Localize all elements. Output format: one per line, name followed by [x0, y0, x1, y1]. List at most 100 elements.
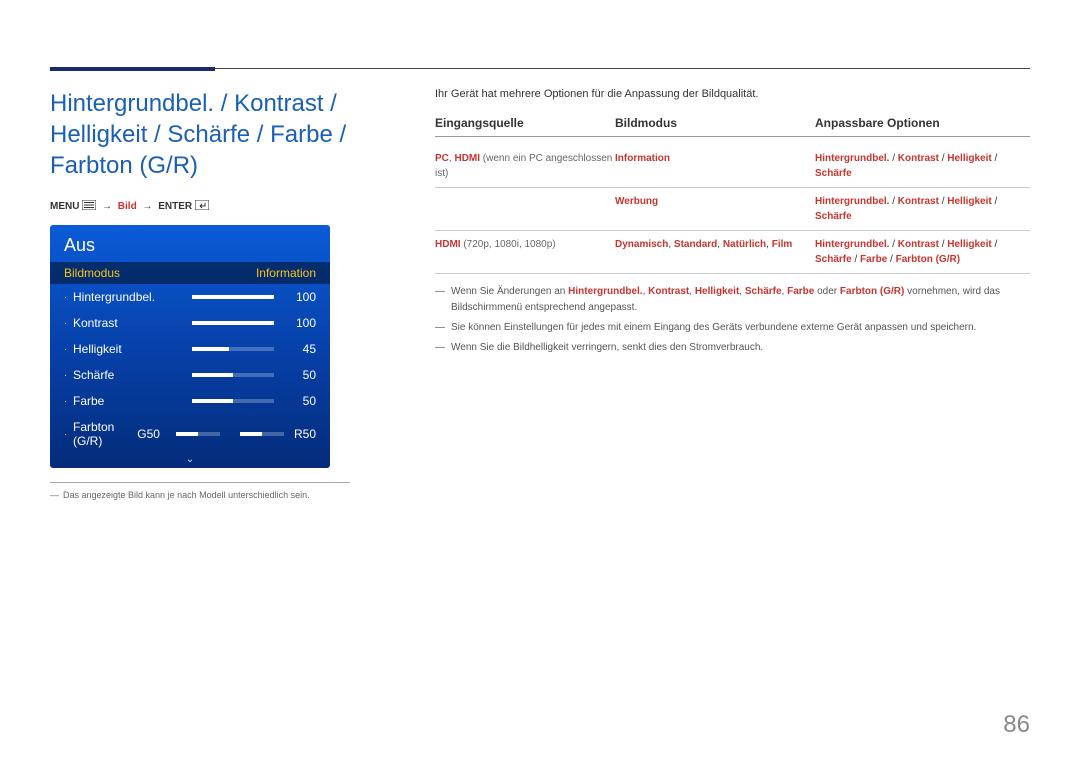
osd-row-schaerfe[interactable]: · Schärfe 50 — [50, 362, 330, 388]
cell-bildmodus: Information — [615, 151, 815, 181]
row-name: Schärfe — [73, 368, 182, 382]
sep: / — [852, 254, 860, 265]
osd-row-helligkeit[interactable]: · Helligkeit 45 — [50, 336, 330, 362]
th-eingangsquelle: Eingangsquelle — [435, 116, 615, 130]
osd-bildmodus-label: Bildmodus — [64, 266, 120, 280]
src-hdmi: HDMI — [454, 153, 480, 164]
opt: Hintergrundbel. — [815, 239, 889, 250]
row-name: Farbe — [73, 394, 182, 408]
notes-list: ― Wenn Sie Änderungen an Hintergrundbel.… — [435, 284, 1030, 356]
list-item: ― Wenn Sie die Bildhelligkeit verringern… — [435, 340, 1030, 356]
row-value: 50 — [284, 394, 316, 408]
bm-information: Information — [615, 153, 670, 164]
sep: / — [992, 196, 998, 207]
left-column: Hintergrundbel. / Kontrast / Helligkeit … — [50, 88, 390, 501]
bm: Dynamisch — [615, 239, 668, 250]
note-text: Wenn Sie Änderungen an Hintergrundbel., … — [451, 284, 1030, 316]
two-column-layout: Hintergrundbel. / Kontrast / Helligkeit … — [50, 88, 1030, 501]
enter-icon — [195, 200, 209, 213]
page-root: Hintergrundbel. / Kontrast / Helligkeit … — [0, 0, 1080, 763]
row-value: 50 — [284, 368, 316, 382]
osd-footnote-rule — [50, 482, 350, 483]
table-header-row: Eingangsquelle Bildmodus Anpassbare Opti… — [435, 116, 1030, 137]
bild-crumb: Bild — [118, 201, 137, 212]
r-slider[interactable] — [240, 432, 284, 436]
opt: Kontrast — [898, 239, 939, 250]
sep: / — [992, 239, 998, 250]
footnote-text: Das angezeigte Bild kann je nach Modell … — [63, 489, 310, 502]
row-slider[interactable] — [192, 321, 274, 325]
opt: Hintergrundbel. — [815, 153, 889, 164]
row-dot: · — [64, 292, 67, 302]
footnote: ― Das angezeigte Bild kann je nach Model… — [50, 489, 390, 502]
row-value: 45 — [284, 342, 316, 356]
dash-icon: ― — [435, 284, 445, 316]
row-slider[interactable] — [192, 373, 274, 377]
cell-source: PC, HDMI (wenn ein PC angeschlossen ist) — [435, 151, 615, 181]
cell-options: Hintergrundbel. / Kontrast / Helligkeit … — [815, 237, 1030, 267]
cell-bildmodus: Werbung — [615, 194, 815, 224]
src-pc: PC — [435, 153, 449, 164]
osd-row-hintergrundbel[interactable]: · Hintergrundbel. 100 — [50, 284, 330, 310]
opt: Farbton (G/R) — [896, 254, 960, 265]
page-number: 86 — [1003, 711, 1030, 739]
bm: Standard — [674, 239, 717, 250]
opt: Schärfe — [815, 254, 852, 265]
g-slider[interactable] — [176, 432, 220, 436]
note-text: Wenn Sie die Bildhelligkeit verringern, … — [451, 340, 763, 356]
table-row: Werbung Hintergrundbel. / Kontrast / Hel… — [435, 188, 1030, 231]
row-slider[interactable] — [192, 399, 274, 403]
arrow-1: → — [102, 201, 112, 212]
note-text: Sie können Einstellungen für jedes mit e… — [451, 320, 976, 336]
t: Hintergrundbel. — [568, 286, 642, 297]
title-underline — [50, 67, 215, 71]
osd-title: Aus — [50, 225, 330, 262]
sep: / — [939, 153, 947, 164]
menu-label: MENU — [50, 201, 79, 212]
row-dot: · — [64, 318, 67, 328]
row-value: 100 — [284, 290, 316, 304]
osd-row-farbton[interactable]: · Farbton (G/R) G50 R50 — [50, 414, 330, 454]
table-row: PC, HDMI (wenn ein PC angeschlossen ist)… — [435, 145, 1030, 188]
intro-text: Ihr Gerät hat mehrere Optionen für die A… — [435, 88, 1030, 100]
sep: / — [939, 196, 947, 207]
enter-label: ENTER — [158, 201, 192, 212]
cell-source — [435, 194, 615, 224]
arrow-2: → — [142, 201, 152, 212]
row-name: Hintergrundbel. — [73, 290, 182, 304]
dash-icon: ― — [435, 340, 445, 356]
opt: Helligkeit — [947, 153, 991, 164]
row-name: Helligkeit — [73, 342, 182, 356]
menu-icon — [82, 200, 96, 213]
osd-row-farbe[interactable]: · Farbe 50 — [50, 388, 330, 414]
bm: Natürlich — [723, 239, 766, 250]
chevron-down-icon[interactable]: ⌄ — [50, 454, 330, 468]
osd-row-kontrast[interactable]: · Kontrast 100 — [50, 310, 330, 336]
row-slider[interactable] — [192, 295, 274, 299]
t: Farbton (G/R) — [840, 286, 904, 297]
row-dot: · — [64, 396, 67, 406]
t: Helligkeit — [695, 286, 739, 297]
cell-options: Hintergrundbel. / Kontrast / Helligkeit … — [815, 194, 1030, 224]
t: Kontrast — [648, 286, 689, 297]
opt: Helligkeit — [947, 239, 991, 250]
row-slider[interactable] — [192, 347, 274, 351]
menu-breadcrumb: MENU → Bild → ENTER — [50, 200, 390, 213]
opt: Schärfe — [815, 211, 852, 222]
g-value: G50 — [137, 427, 160, 441]
row-name: Kontrast — [73, 316, 182, 330]
sep: / — [889, 239, 897, 250]
osd-information-value: Information — [256, 266, 316, 280]
opt: Kontrast — [898, 196, 939, 207]
bm-werbung: Werbung — [615, 196, 658, 207]
sep: / — [887, 254, 895, 265]
osd-header-row: Bildmodus Information — [50, 262, 330, 284]
page-title: Hintergrundbel. / Kontrast / Helligkeit … — [50, 88, 390, 182]
row-value: 100 — [284, 316, 316, 330]
row-name: Farbton (G/R) — [73, 420, 137, 448]
osd-preview: Aus Bildmodus Information · Hintergrundb… — [50, 225, 330, 468]
src-rest: (720p, 1080i, 1080p) — [461, 239, 556, 250]
sep: / — [939, 239, 947, 250]
right-column: Ihr Gerät hat mehrere Optionen für die A… — [435, 88, 1030, 501]
t: Wenn Sie Änderungen an — [451, 286, 568, 297]
